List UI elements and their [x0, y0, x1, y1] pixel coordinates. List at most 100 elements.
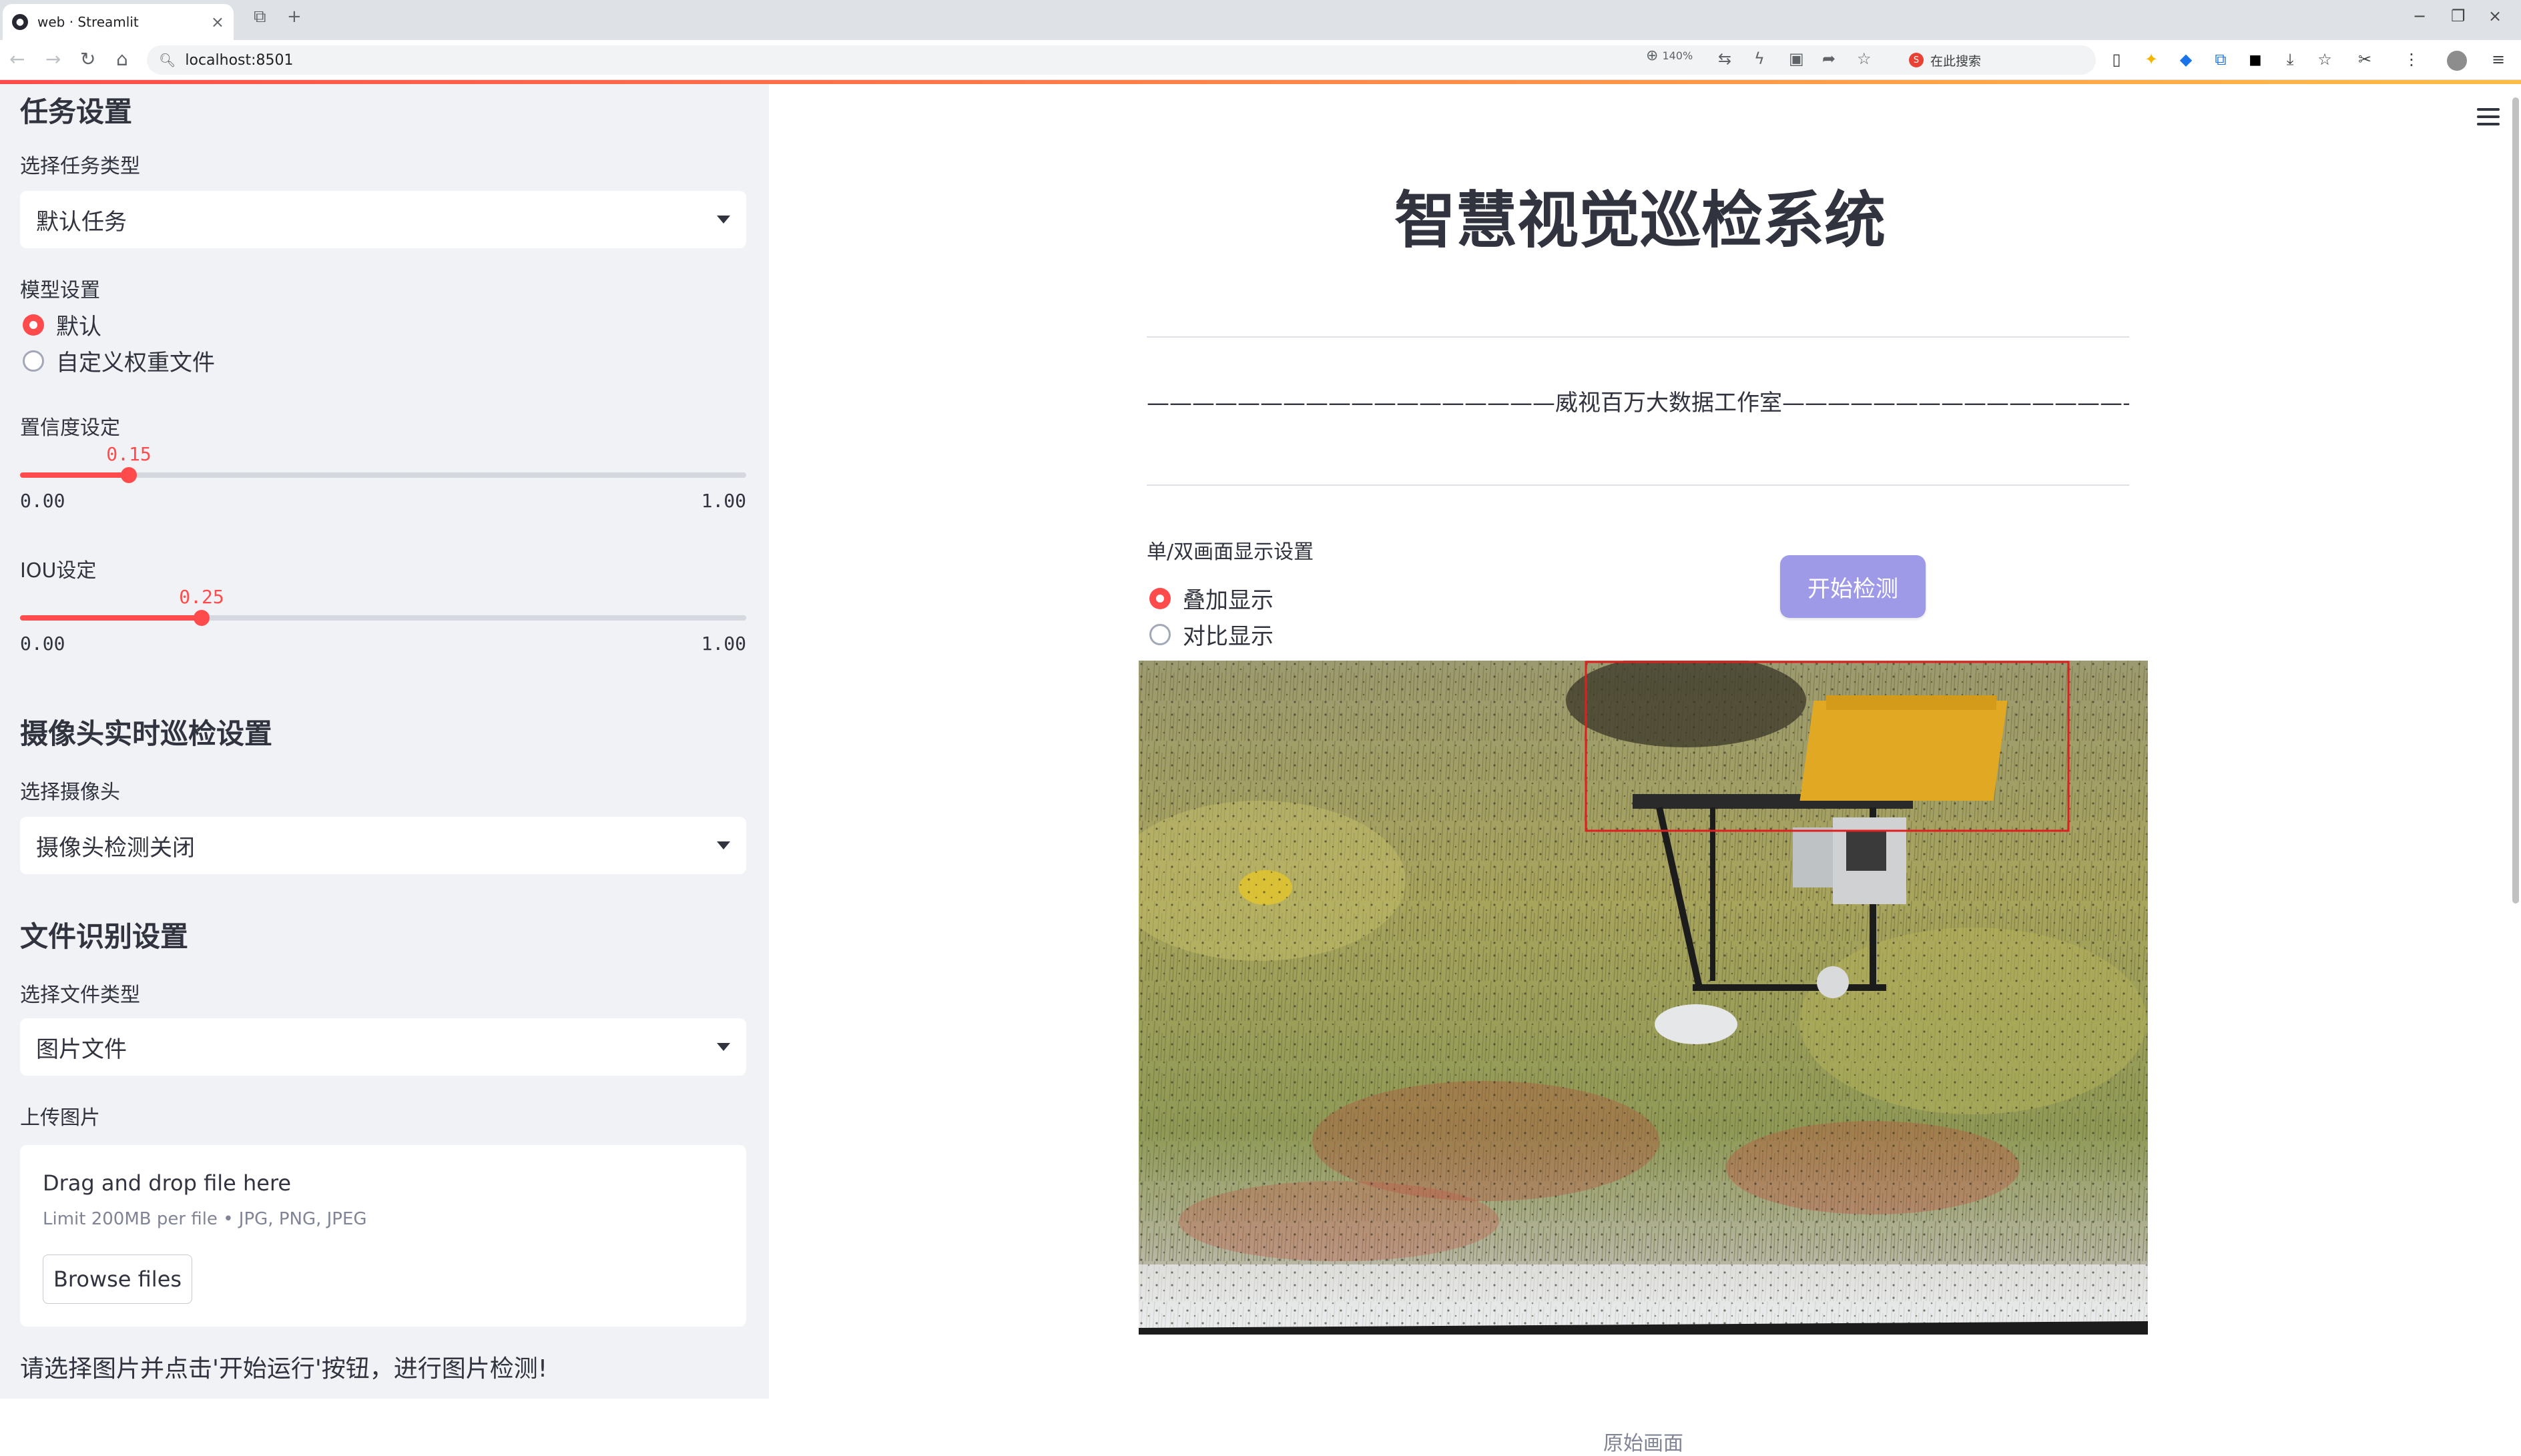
task-type-label: 选择任务类型	[20, 155, 140, 178]
profile-avatar[interactable]	[2447, 51, 2467, 71]
iou-slider[interactable]: 0.25 0.00 1.00	[20, 586, 746, 655]
slider-fill	[20, 472, 129, 478]
tab-close-icon[interactable]: ×	[211, 13, 224, 31]
tab-group-icon[interactable]: ⧉	[254, 7, 266, 27]
iou-label: IOU设定	[20, 559, 97, 583]
zoom-indicator[interactable]: ⊕ 140%	[1646, 47, 1693, 64]
scissors-icon[interactable]: ✂	[2353, 48, 2376, 71]
main-menu-icon[interactable]	[2477, 108, 2500, 125]
main-panel: 智慧视觉巡检系统 ——————————————————威视百万大数据工作室———…	[769, 84, 2521, 1455]
slider-value: 0.25	[179, 586, 224, 608]
extension-dark-icon[interactable]: ◼	[2244, 48, 2267, 71]
radio-unselected-icon[interactable]	[1149, 623, 1171, 645]
model-option-default[interactable]: 默认	[23, 308, 101, 341]
extension-blue-icon[interactable]: ◆	[2175, 48, 2197, 71]
search-engine-icon[interactable]: S	[1909, 53, 1924, 67]
url-text: localhost:8501	[185, 51, 294, 69]
radio-selected-icon[interactable]	[1149, 587, 1171, 609]
display-option-label: 对比显示	[1183, 623, 1274, 650]
display-option-overlay[interactable]: 叠加显示	[1149, 582, 1274, 615]
page-subtitle: ——————————————————威视百万大数据工作室————————————…	[1147, 390, 2129, 416]
start-detection-button[interactable]: 开始检测	[1780, 555, 1926, 618]
camera-label: 选择摄像头	[20, 781, 120, 804]
model-option-custom[interactable]: 自定义权重文件	[23, 344, 215, 377]
dropzone-limits: Limit 200MB per file • JPG, PNG, JPEG	[43, 1209, 367, 1229]
confidence-label: 置信度设定	[20, 416, 120, 440]
file-type-value: 图片文件	[36, 1036, 127, 1063]
dropzone-instructions: Drag and drop file here	[43, 1170, 292, 1196]
new-tab-icon[interactable]: +	[287, 7, 302, 27]
slider-min: 0.00	[20, 633, 65, 655]
file-dropzone[interactable]: Drag and drop file here Limit 200MB per …	[20, 1145, 746, 1327]
slider-max: 1.00	[701, 490, 746, 512]
translate-icon[interactable]: ⇆	[1718, 49, 1731, 68]
browser-tab[interactable]: ● web · Streamlit ×	[3, 4, 234, 40]
tab-title: web · Streamlit	[37, 14, 139, 30]
download-icon[interactable]: ⤓	[2279, 48, 2301, 71]
divider	[1147, 336, 2129, 338]
chevron-down-icon	[717, 841, 730, 849]
bookmark-star-icon[interactable]: ☆	[1857, 49, 1872, 68]
home-icon[interactable]: ⌂	[116, 48, 128, 70]
model-option-label: 自定义权重文件	[56, 350, 215, 376]
camera-select[interactable]: 摄像头检测关闭	[20, 817, 746, 874]
minimize-icon[interactable]: −	[2413, 7, 2426, 25]
reload-icon[interactable]: ↻	[80, 48, 95, 70]
model-label: 模型设置	[20, 279, 100, 302]
browse-files-button[interactable]: Browse files	[43, 1254, 192, 1304]
more-menu-icon[interactable]: ⋮	[2400, 48, 2423, 71]
chevron-down-icon	[717, 216, 730, 224]
restore-icon[interactable]: ❐	[2451, 7, 2466, 25]
screenshot-icon[interactable]: ▣	[1789, 49, 1804, 68]
confidence-slider[interactable]: 0.15 0.00 1.00	[20, 443, 746, 512]
image-caption: 原始画面	[1603, 1432, 1683, 1455]
camera-value: 摄像头检测关闭	[36, 834, 195, 861]
site-info-icon[interactable]: 🔍︎	[159, 52, 176, 68]
display-mode-label: 单/双画面显示设置	[1147, 540, 1314, 564]
extension-colorful-icon[interactable]: ✦	[2140, 48, 2163, 71]
display-option-label: 叠加显示	[1183, 587, 1274, 614]
file-type-select[interactable]: 图片文件	[20, 1018, 746, 1076]
window-close-icon[interactable]: ×	[2488, 7, 2502, 25]
scrollbar[interactable]	[2512, 97, 2519, 903]
page-title: 智慧视觉巡检系统	[1394, 185, 1886, 256]
slider-min: 0.00	[20, 490, 65, 512]
search-placeholder: 在此搜索	[1930, 53, 1982, 69]
model-option-label: 默认	[56, 314, 101, 340]
zoom-icon: ⊕	[1646, 47, 1659, 64]
camera-section-title: 摄像头实时巡检设置	[20, 717, 273, 750]
slider-thumb[interactable]	[121, 467, 137, 483]
file-section-title: 文件识别设置	[20, 920, 189, 953]
slider-fill	[20, 615, 202, 621]
detection-image	[1139, 661, 2148, 1335]
task-type-select[interactable]: 默认任务	[20, 191, 746, 248]
chevron-down-icon	[717, 1043, 730, 1051]
display-option-compare[interactable]: 对比显示	[1149, 618, 1274, 651]
search-box[interactable]: S 在此搜索	[1898, 45, 2092, 75]
divider	[1147, 484, 2129, 486]
phone-icon[interactable]: ▯	[2105, 48, 2128, 71]
file-type-label: 选择文件类型	[20, 984, 140, 1007]
forward-icon[interactable]: →	[45, 48, 61, 70]
detection-image-svg	[1139, 661, 2148, 1335]
task-section-title: 任务设置	[20, 95, 133, 128]
sidebar-note: 请选择图片并点击'开始运行'按钮，进行图片检测!	[20, 1355, 548, 1383]
translate-extension-icon[interactable]: ⧉	[2209, 48, 2232, 71]
favorites-icon[interactable]: ☆	[2313, 48, 2336, 71]
streamlit-favicon-icon: ●	[12, 14, 28, 30]
share-icon[interactable]: ➦	[1822, 49, 1836, 68]
browser-tab-bar: ● web · Streamlit × ⧉ + − ❐ ×	[0, 0, 2521, 40]
slider-value: 0.15	[106, 443, 152, 465]
back-icon[interactable]: ←	[9, 48, 25, 70]
browser-menu-icon[interactable]: ≡	[2487, 48, 2510, 71]
lightning-icon[interactable]: ϟ	[1754, 49, 1765, 68]
task-type-value: 默认任务	[36, 208, 127, 236]
zoom-level: 140%	[1662, 49, 1693, 62]
sidebar: 任务设置 选择任务类型 默认任务 模型设置 默认 自定义权重文件 置信度设定 0…	[0, 84, 769, 1399]
radio-selected-icon[interactable]	[23, 314, 44, 336]
browser-toolbar: ← → ↻ ⌂ 🔍︎ localhost:8501 ⊕ 140% ⇆ ϟ ▣ ➦…	[0, 40, 2521, 80]
streamlit-app: 任务设置 选择任务类型 默认任务 模型设置 默认 自定义权重文件 置信度设定 0…	[0, 80, 2521, 1455]
slider-max: 1.00	[701, 633, 746, 655]
radio-unselected-icon[interactable]	[23, 350, 44, 372]
slider-thumb[interactable]	[194, 610, 210, 626]
